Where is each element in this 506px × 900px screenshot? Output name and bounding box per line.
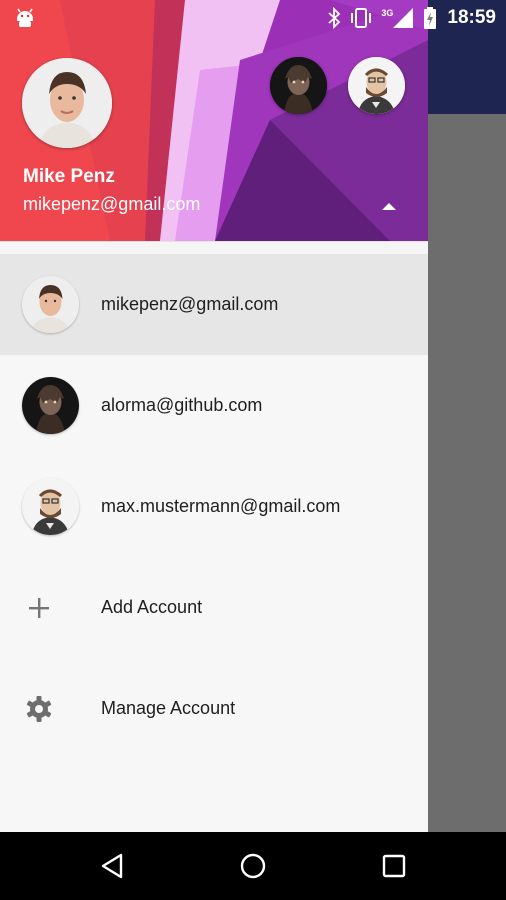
profile-switch-avatar-alorma[interactable]: [270, 57, 327, 114]
battery-charging-icon: [424, 7, 437, 29]
recents-icon[interactable]: [380, 852, 408, 880]
bluetooth-icon: [328, 7, 341, 29]
android-icon: [17, 8, 33, 27]
back-icon[interactable]: [99, 852, 127, 880]
profile-name: Mike Penz: [23, 166, 115, 187]
manage-account-label: Manage Account: [101, 698, 236, 718]
header-divider: [0, 241, 428, 254]
plus-icon: [29, 598, 49, 618]
navigation-drawer: Mike Penz mikepenz@gmail.com mikepenz@gm…: [0, 0, 428, 832]
account-email: mikepenz@gmail.com: [101, 294, 279, 314]
account-row-max[interactable]: max.mustermann@gmail.com: [0, 456, 428, 557]
system-navigation-bar: [0, 832, 506, 900]
profile-email: mikepenz@gmail.com: [23, 194, 201, 214]
home-icon[interactable]: [239, 852, 267, 880]
account-email: alorma@github.com: [101, 395, 263, 415]
account-row-alorma[interactable]: alorma@github.com: [0, 355, 428, 456]
add-account-button[interactable]: Add Account: [0, 557, 428, 658]
add-account-label: Add Account: [101, 597, 203, 617]
account-avatar: [22, 276, 79, 333]
gear-icon: [26, 696, 52, 722]
account-header[interactable]: Mike Penz mikepenz@gmail.com: [0, 0, 428, 241]
current-profile-avatar[interactable]: [22, 58, 112, 148]
account-avatar: [22, 377, 79, 434]
account-avatar: [22, 478, 79, 535]
clock: 18:59: [447, 7, 496, 28]
account-list: mikepenz@gmail.com alorma@github.com max…: [0, 254, 428, 759]
arrow-up-icon[interactable]: [382, 203, 396, 210]
signal-icon: [393, 8, 414, 28]
account-email: max.mustermann@gmail.com: [101, 496, 341, 516]
vibrate-icon: [351, 8, 372, 28]
account-row-mikepenz[interactable]: mikepenz@gmail.com: [0, 254, 428, 355]
status-bar: 3G 18:59: [0, 0, 506, 36]
profile-switch-avatar-max[interactable]: [348, 57, 405, 114]
manage-account-button[interactable]: Manage Account: [0, 658, 428, 759]
